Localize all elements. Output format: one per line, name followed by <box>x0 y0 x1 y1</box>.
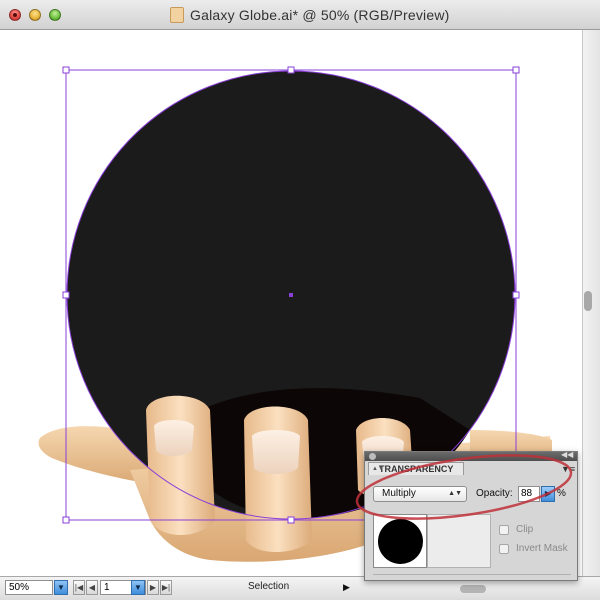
document-icon <box>170 7 184 23</box>
title-bar: Galaxy Globe.ai* @ 50% (RGB/Preview) <box>0 0 600 30</box>
finger-1 <box>146 395 215 535</box>
panel-divider <box>373 574 571 575</box>
tab-transparency[interactable]: ▲▼ TRANSPARENCY <box>368 462 464 475</box>
panel-header[interactable]: ◀◀ <box>365 450 577 461</box>
zoom-dropdown-button[interactable]: ▼ <box>54 580 68 595</box>
zoom-level-field[interactable]: 50% <box>5 580 53 595</box>
window-title: Galaxy Globe.ai* @ 50% (RGB/Preview) <box>190 7 450 23</box>
last-artboard-button[interactable]: ▶| <box>160 580 172 595</box>
select-arrows-icon: ▲▼ <box>448 490 462 497</box>
tab-transparency-label: TRANSPARENCY <box>379 464 454 474</box>
horizontal-scroll-thumb[interactable] <box>460 585 486 593</box>
clip-checkbox[interactable] <box>499 525 509 535</box>
invert-mask-label: Invert Mask <box>516 543 568 554</box>
fingernail-1 <box>154 420 194 456</box>
artboard-dropdown-button[interactable]: ▼ <box>131 580 145 595</box>
fingernail-2 <box>252 430 300 474</box>
opacity-input[interactable]: 88 <box>518 486 540 502</box>
panel-close-button[interactable] <box>369 453 376 460</box>
thumbnail-circle <box>378 519 423 564</box>
panel-collapse-icon[interactable]: ◀◀ <box>561 450 573 459</box>
tab-arrows-icon: ▲▼ <box>372 466 384 472</box>
clip-label: Clip <box>516 524 534 535</box>
close-button[interactable] <box>9 9 21 21</box>
zoom-button[interactable] <box>49 9 61 21</box>
first-artboard-button[interactable]: |◀ <box>73 580 85 595</box>
next-artboard-button[interactable]: ▶ <box>147 580 159 595</box>
opacity-percent-sign: % <box>557 488 566 499</box>
previous-artboard-button[interactable]: ◀ <box>86 580 98 595</box>
opacity-label: Opacity: <box>476 488 513 499</box>
finger-2 <box>244 406 312 552</box>
blend-mode-select[interactable]: Multiply ▲▼ <box>373 486 467 502</box>
opacity-slider-button[interactable]: ▶ <box>541 486 555 502</box>
blend-mode-value: Multiply <box>382 488 416 499</box>
invert-mask-checkbox[interactable] <box>499 544 509 554</box>
status-menu-arrow-icon[interactable]: ▶ <box>343 582 350 593</box>
vertical-scroll-thumb[interactable] <box>584 291 592 311</box>
center-point <box>289 293 293 297</box>
object-thumbnail[interactable] <box>373 514 427 568</box>
current-tool-status[interactable]: Selection <box>248 581 289 592</box>
minimize-button[interactable] <box>29 9 41 21</box>
panel-menu-icon[interactable]: ▼≡ <box>561 464 575 474</box>
opacity-mask-slot[interactable] <box>427 514 491 568</box>
transparency-panel: ◀◀ ▲▼ TRANSPARENCY ▼≡ Multiply ▲▼ Opacit… <box>364 450 578 581</box>
